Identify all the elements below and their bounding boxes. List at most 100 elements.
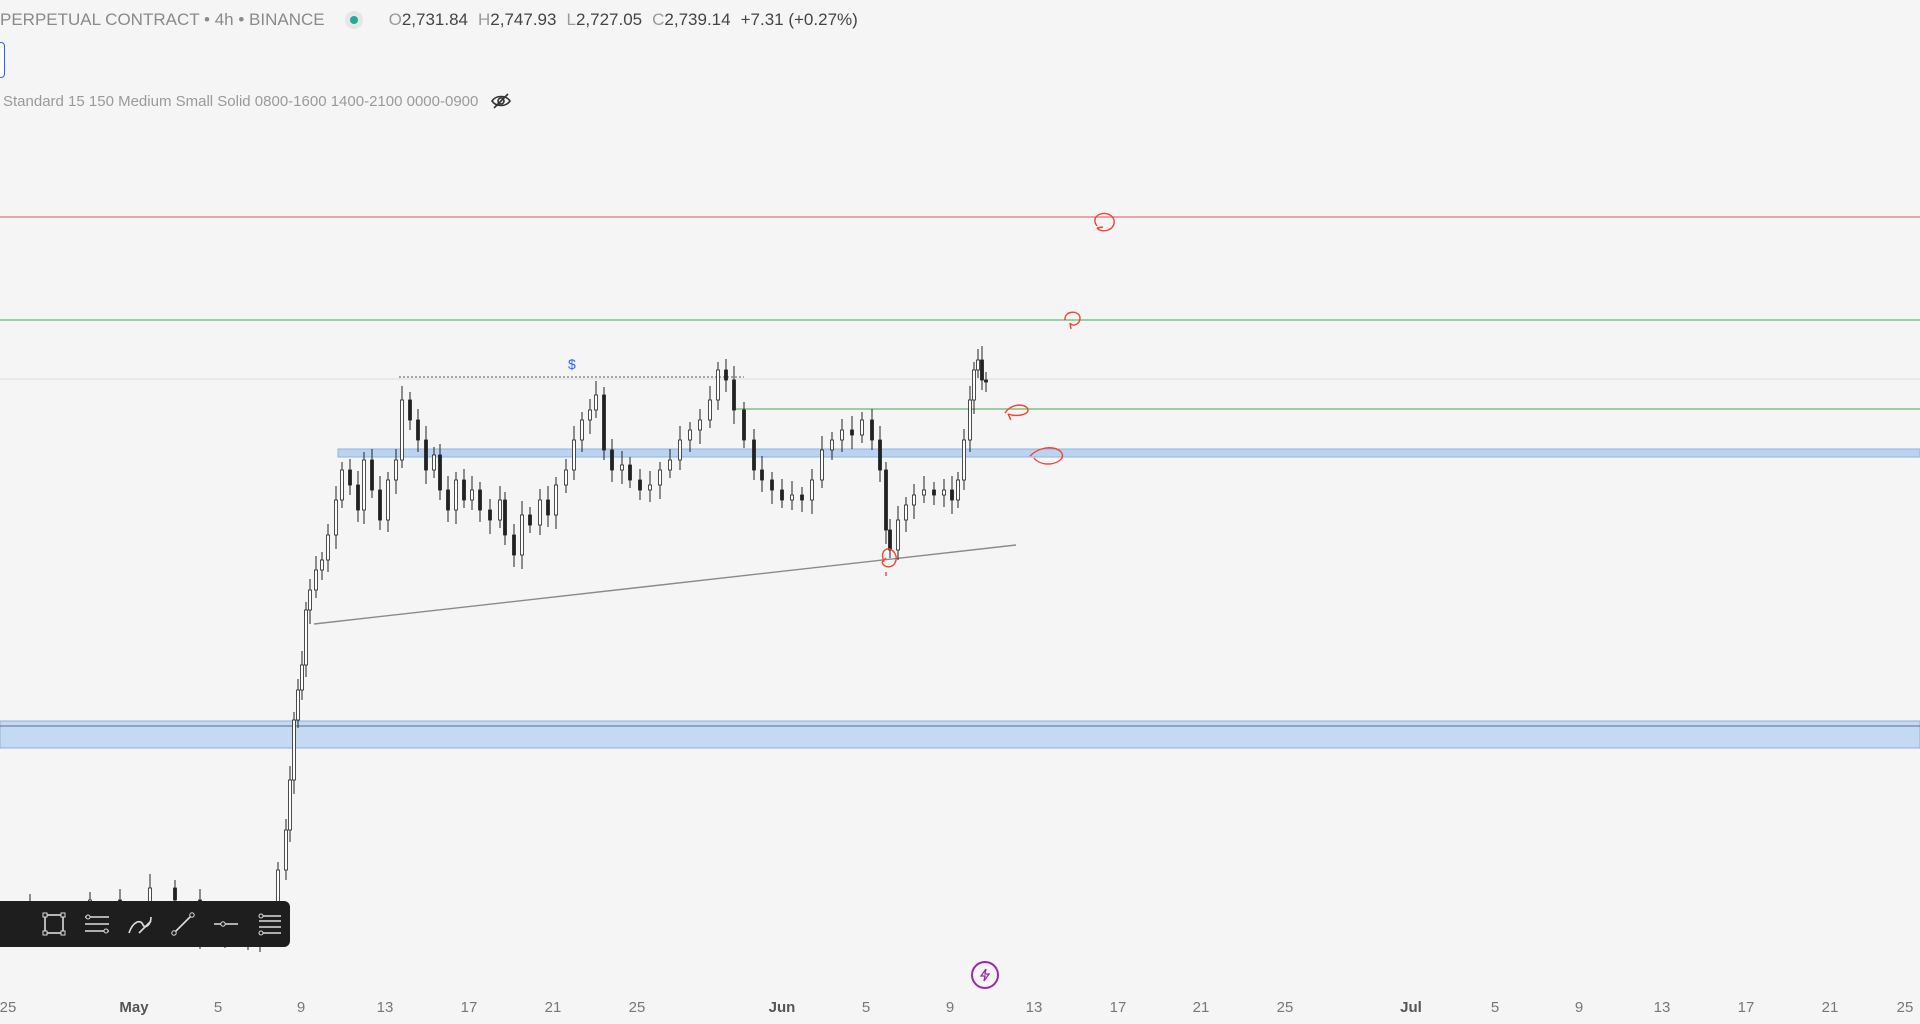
candle-body xyxy=(362,459,366,511)
time-tick-label: 9 xyxy=(1574,999,1584,1016)
red-markers xyxy=(881,212,1115,576)
fib-tool-button[interactable] xyxy=(247,901,290,947)
candle-body xyxy=(980,359,984,381)
candle-body xyxy=(288,779,292,831)
marker-2[interactable] xyxy=(1064,311,1081,330)
candle-body xyxy=(498,499,502,521)
candle-body xyxy=(870,419,874,441)
time-tick-label: 17 xyxy=(460,999,478,1016)
candle-body xyxy=(454,479,458,511)
rectangle-tool-button[interactable] xyxy=(33,901,76,947)
candle-body xyxy=(790,494,794,501)
candle-body xyxy=(830,439,834,451)
candle-body xyxy=(326,534,330,561)
marker-5[interactable] xyxy=(881,548,897,576)
candle-body xyxy=(284,829,288,871)
candle-body xyxy=(810,479,814,501)
trend-line-tool-button[interactable] xyxy=(161,901,204,947)
candle-body xyxy=(320,559,324,571)
candle-body xyxy=(950,489,954,501)
candle-body xyxy=(770,479,774,491)
candle-body xyxy=(896,519,900,551)
candle-body xyxy=(860,419,864,436)
candle-body xyxy=(462,479,466,501)
candle-body xyxy=(968,399,972,441)
candle-body xyxy=(878,439,882,471)
time-tick-label: May xyxy=(119,999,149,1016)
candle-body xyxy=(820,449,824,481)
time-tick-label: 13 xyxy=(1653,999,1671,1016)
time-tick-label: 25 xyxy=(1276,999,1294,1016)
time-tick-label: 9 xyxy=(296,999,306,1016)
drawing-toolbar[interactable] xyxy=(0,901,290,947)
candle-body xyxy=(173,887,177,901)
blue-zone-lower[interactable] xyxy=(0,720,1920,749)
time-tick-label: 21 xyxy=(544,999,562,1016)
candle-body xyxy=(446,489,450,511)
candle-body xyxy=(688,429,692,441)
candle-body xyxy=(942,489,946,496)
candle-body xyxy=(546,499,550,516)
candle-body xyxy=(800,494,804,501)
price-chart[interactable]: $ xyxy=(0,0,1920,996)
candle-body xyxy=(976,359,980,371)
lightning-icon[interactable] xyxy=(971,961,999,989)
marker-1[interactable] xyxy=(1094,212,1115,232)
candle-body xyxy=(760,469,764,481)
time-tick-label: 13 xyxy=(1025,999,1043,1016)
candle-body xyxy=(904,504,908,521)
candle-body xyxy=(424,439,428,471)
candle-body xyxy=(408,399,412,421)
candle-body xyxy=(400,399,404,461)
time-tick-label: 5 xyxy=(861,999,871,1016)
time-tick-label: 17 xyxy=(1109,999,1127,1016)
candle-body xyxy=(503,499,507,536)
candle-body xyxy=(602,394,606,451)
candle-body xyxy=(716,369,720,401)
trend-line-icon xyxy=(171,912,195,936)
time-tick-label: 21 xyxy=(1821,999,1839,1016)
candle-body xyxy=(620,464,624,471)
rectangle-icon xyxy=(42,912,66,936)
marker-3[interactable] xyxy=(1004,404,1029,421)
candle-body xyxy=(478,489,482,511)
candle-body xyxy=(724,369,728,381)
candle-body xyxy=(884,469,888,531)
candle-body xyxy=(512,534,516,556)
candle-body xyxy=(610,449,614,471)
time-axis[interactable]: 25 May 5 9 13 17 21 25 Jun 5 9 13 17 21 25 Jul 5 9 13 17 21 2… xyxy=(0,996,1920,1020)
candle-body xyxy=(356,484,360,511)
candle-body xyxy=(972,369,976,401)
time-tick-label: 5 xyxy=(1490,999,1500,1016)
candle-body xyxy=(488,509,492,521)
horizontal-levels xyxy=(0,216,1920,749)
time-tick-label: Jul xyxy=(1400,999,1422,1016)
candle-body xyxy=(922,489,926,496)
candle-body xyxy=(572,439,576,471)
candle-body xyxy=(340,469,344,501)
candle-body xyxy=(648,484,652,491)
candle-body xyxy=(708,399,712,421)
candle-body xyxy=(638,479,642,491)
ascending-trendline[interactable] xyxy=(313,544,1017,625)
candle-body xyxy=(438,454,442,491)
candle-body xyxy=(300,664,304,691)
candle-body xyxy=(658,469,662,486)
brush-tool-button[interactable] xyxy=(119,901,162,947)
candle-body xyxy=(394,459,398,481)
candle-body xyxy=(416,419,420,441)
time-tick-label: Jun xyxy=(768,999,796,1016)
candle-body xyxy=(308,589,312,611)
candle-body xyxy=(314,569,318,591)
candle-body xyxy=(752,439,756,471)
candle-body xyxy=(678,439,682,461)
candle-body xyxy=(588,409,592,421)
horizontal-line-tool-button[interactable] xyxy=(204,901,247,947)
time-tick-label: 9 xyxy=(945,999,955,1016)
time-tick-label: 25 xyxy=(0,999,17,1016)
candle-body xyxy=(528,514,532,526)
candle-body xyxy=(956,479,960,501)
candle-body xyxy=(732,379,736,411)
tool-hidden[interactable] xyxy=(0,901,33,947)
parallel-channel-tool-button[interactable] xyxy=(76,901,119,947)
